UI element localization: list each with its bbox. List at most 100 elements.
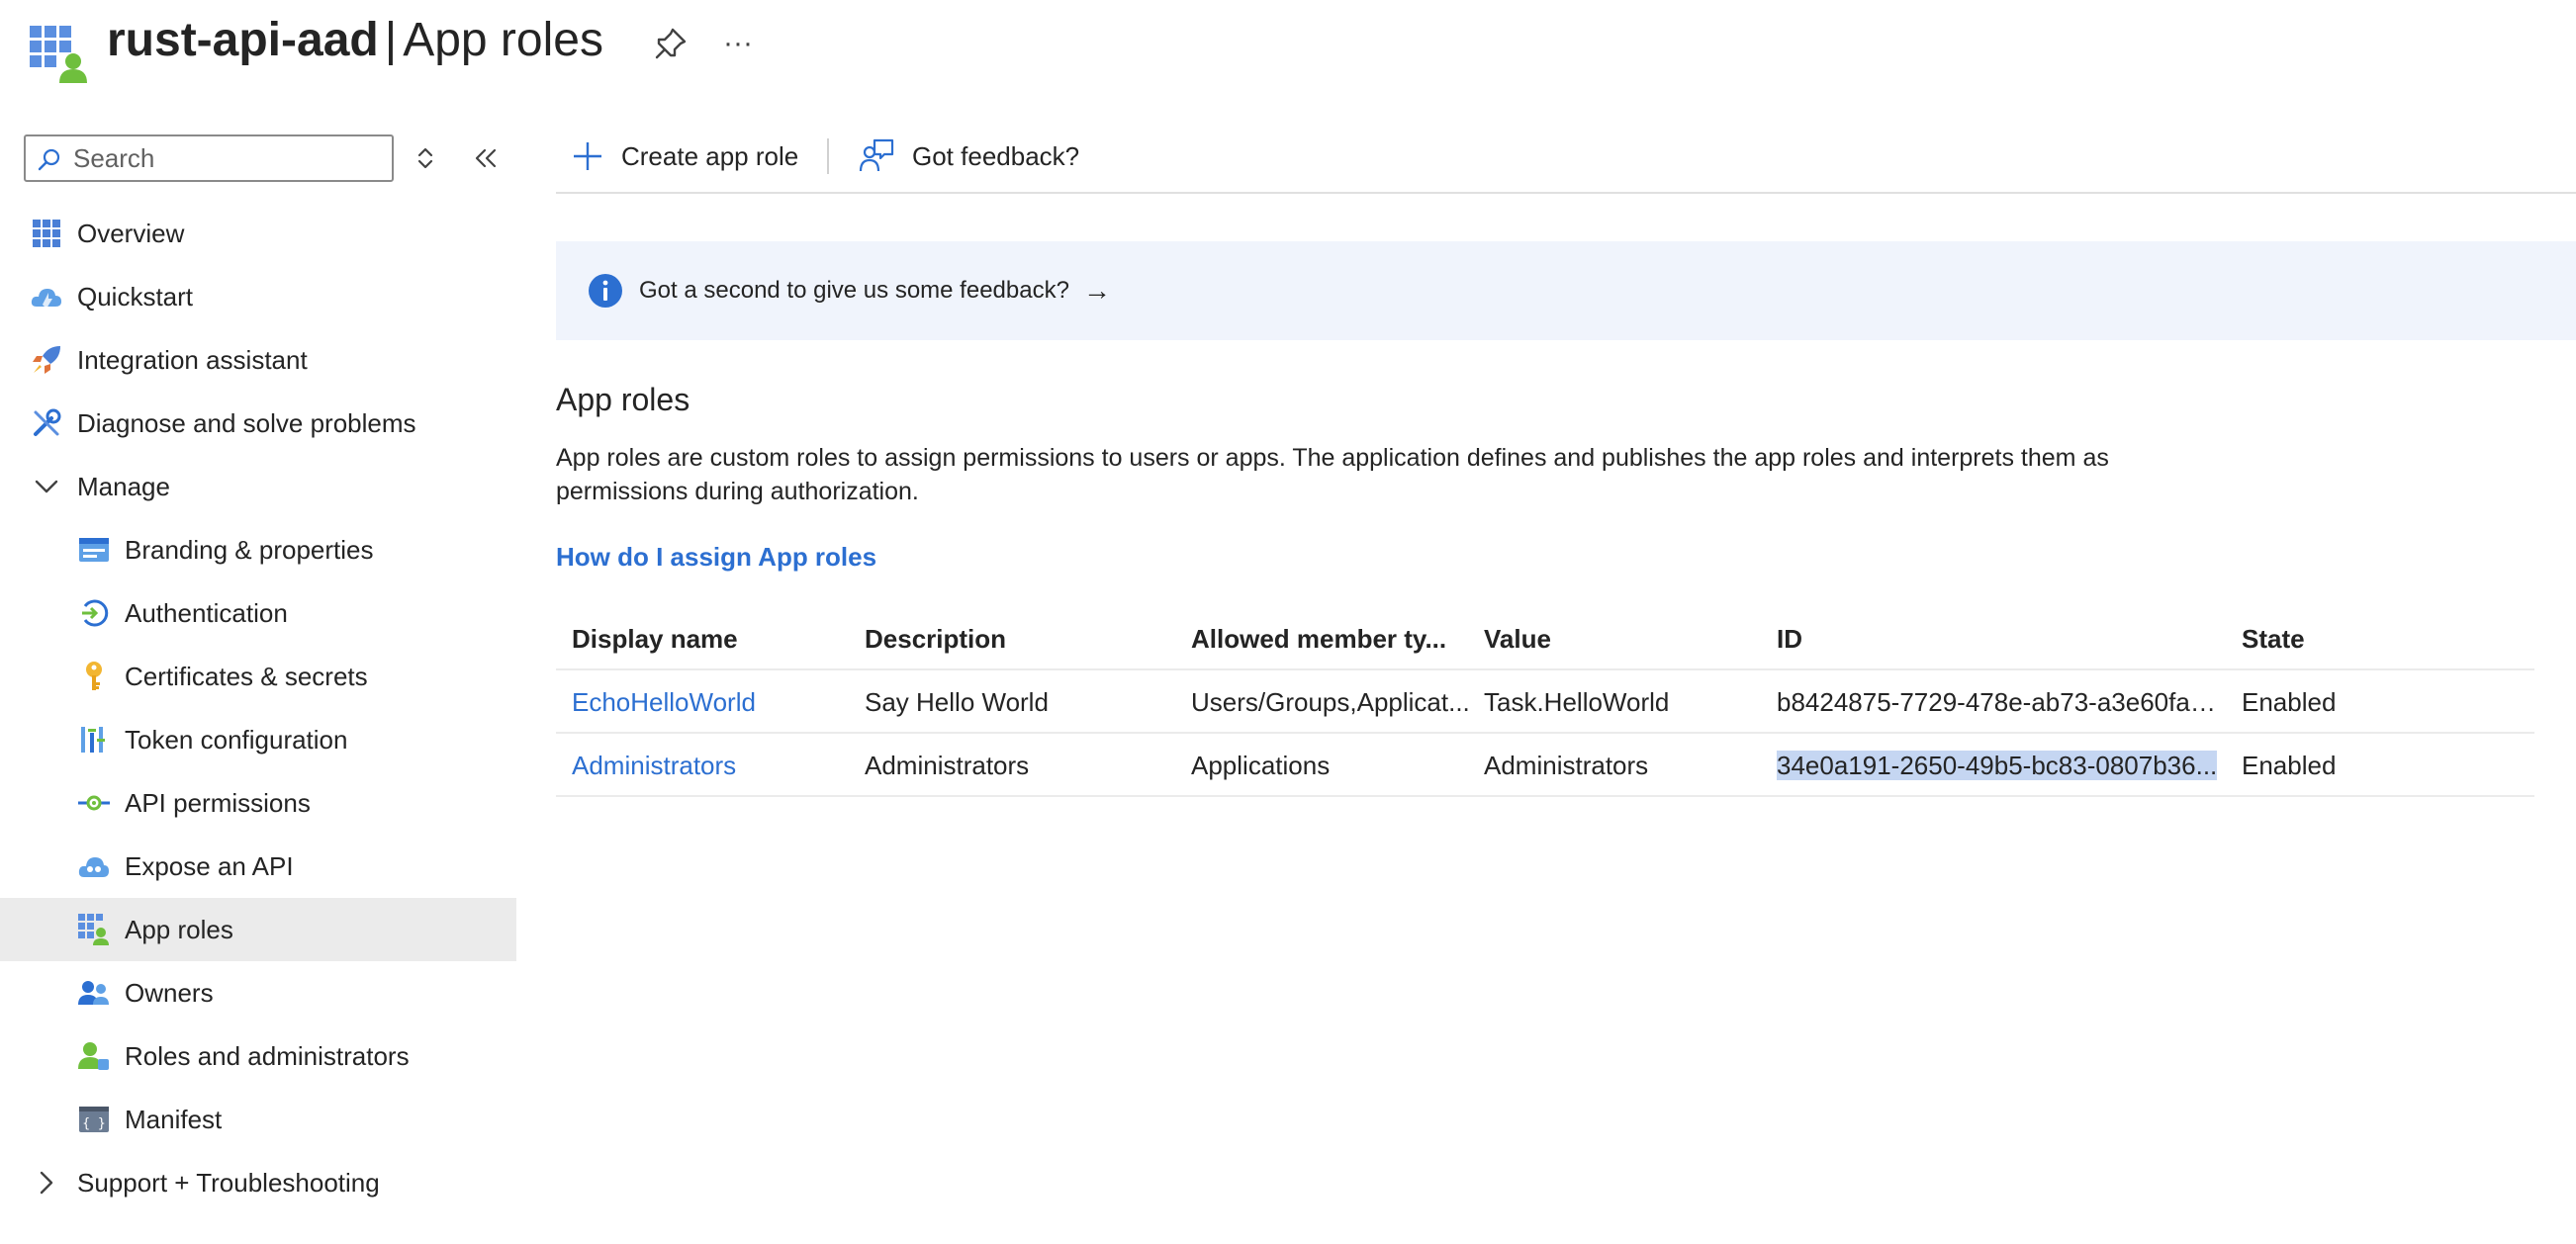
key-icon [77,660,111,693]
chevron-down-icon [30,470,63,503]
role-allowed-member-types: Applications [1191,751,1331,780]
sidebar-item-label: Certificates & secrets [125,661,368,691]
toolbar-divider [827,138,829,174]
sidebar-item-label: Manage [77,471,170,501]
create-app-role-button[interactable]: Create app role [572,134,798,178]
app-roles-table: Display name Description Allowed member … [556,607,2534,797]
resource-name: rust-api-aad [107,14,379,66]
sidebar-item-label: Expose an API [125,850,294,881]
expand-collapse-all-icon[interactable] [408,138,443,178]
role-state: Enabled [2242,687,2337,717]
resource-menu-list: Overview Quickstart Integration assistan… [0,202,516,1214]
search-box[interactable] [24,134,394,182]
api-permissions-icon [77,786,111,820]
sidebar-item-branding[interactable]: Branding & properties [0,518,516,581]
rocket-icon [30,343,63,377]
sidebar-item-quickstart[interactable]: Quickstart [0,265,516,328]
resource-menu: Overview Quickstart Integration assistan… [0,119,516,1244]
pin-icon[interactable] [651,24,690,63]
column-header-allowed-member-types[interactable]: Allowed member ty... [1191,607,1470,670]
feedback-banner[interactable]: Got a second to give us some feedback? → [556,241,2576,340]
sidebar-item-label: Token configuration [125,724,348,755]
sidebar-item-label: Manifest [125,1104,223,1134]
app-registration-icon [30,26,87,83]
arrow-right-icon: → [1082,275,1111,306]
sidebar-item-label: Owners [125,977,214,1008]
collapse-menu-icon[interactable] [467,138,503,178]
manifest-icon: { } [77,1103,111,1136]
role-description: Say Hello World [865,687,1049,717]
sidebar-item-manifest[interactable]: { } Manifest [0,1088,516,1151]
search-input[interactable] [73,140,380,176]
create-app-role-label: Create app role [621,140,799,171]
sidebar-item-app-roles[interactable]: App roles [0,898,516,961]
table-row[interactable]: Administrators Administrators Applicatio… [556,734,2534,797]
blade-title: App roles [403,14,603,66]
info-icon [589,274,622,308]
page-title: rust-api-aad | App roles [107,8,603,73]
role-id: b8424875-7729-478e-ab73-a3e60fad... [1777,687,2222,717]
sidebar-item-authentication[interactable]: Authentication [0,581,516,645]
sidebar-item-api-permissions[interactable]: API permissions [0,771,516,835]
section-description: App roles are custom roles to assign per… [556,444,2109,505]
column-header-display-name[interactable]: Display name [572,607,849,670]
sidebar-item-token-configuration[interactable]: Token configuration [0,708,516,771]
sidebar-group-manage[interactable]: Manage [0,455,516,518]
table-header-row: Display name Description Allowed member … [556,607,2534,670]
expose-api-cloud-icon [77,849,111,883]
sidebar-item-certificates[interactable]: Certificates & secrets [0,645,516,708]
sidebar-item-overview[interactable]: Overview [0,202,516,265]
role-allowed-member-types: Users/Groups,Applicat... [1191,687,1470,717]
owners-icon [77,976,111,1010]
command-bar: Create app role Got feedback? [556,119,2576,194]
role-state: Enabled [2242,751,2337,780]
sidebar-item-label: Authentication [125,597,288,628]
search-icon [38,148,60,171]
column-header-id[interactable]: ID [1777,607,2222,670]
sidebar-item-owners[interactable]: Owners [0,961,516,1024]
role-description: Administrators [865,751,1030,780]
main-content: Create app role Got feedback? Got a seco… [556,119,2576,1244]
sidebar-item-label: App roles [125,914,233,944]
role-display-name-link[interactable]: Administrators [572,734,849,797]
sidebar-item-label: Integration assistant [77,344,308,375]
overview-grid-icon [30,217,63,250]
section-title: App roles [556,382,690,417]
column-header-value[interactable]: Value [1484,607,1759,670]
branding-icon [77,533,111,567]
got-feedback-label: Got feedback? [912,140,1080,171]
assign-app-roles-link[interactable]: How do I assign App roles [556,542,876,573]
quickstart-cloud-icon [30,280,63,313]
role-display-name-link[interactable]: EchoHelloWorld [572,670,849,734]
roles-admins-icon [77,1039,111,1073]
role-value: Administrators [1484,751,1649,780]
svg-text:{ }: { } [82,1116,105,1131]
sidebar-item-integration-assistant[interactable]: Integration assistant [0,328,516,392]
table-row[interactable]: EchoHelloWorld Say Hello World Users/Gro… [556,670,2534,734]
got-feedback-button[interactable]: Got feedback? [859,134,1079,178]
sidebar-item-diagnose[interactable]: Diagnose and solve problems [0,392,516,455]
more-options-icon[interactable]: ··· [718,24,758,63]
token-bars-icon [77,723,111,756]
selected-id-text: 34e0a191-2650-49b5-bc83-0807b36... [1777,751,2218,780]
sidebar-item-label: Roles and administrators [125,1040,410,1071]
chevron-right-icon [30,1166,63,1200]
sidebar-item-roles-administrators[interactable]: Roles and administrators [0,1024,516,1088]
column-header-description[interactable]: Description [865,607,1171,670]
title-separator: | [384,14,398,66]
wrench-icon [30,406,63,440]
sidebar-item-label: Support + Troubleshooting [77,1167,380,1198]
sidebar-item-label: Quickstart [77,281,194,311]
feedback-person-icon [859,138,894,172]
sidebar-item-label: API permissions [125,787,311,818]
role-value: Task.HelloWorld [1484,687,1670,717]
sidebar-item-label: Diagnose and solve problems [77,407,416,438]
page-header: rust-api-aad | App roles ··· [0,0,2576,89]
sidebar-item-label: Overview [77,218,185,248]
app-roles-icon [77,913,111,946]
sidebar-group-support[interactable]: Support + Troubleshooting [0,1151,516,1214]
authentication-icon [77,596,111,630]
plus-icon [574,142,601,170]
sidebar-item-expose-api[interactable]: Expose an API [0,835,516,898]
column-header-state[interactable]: State [2242,607,2439,670]
